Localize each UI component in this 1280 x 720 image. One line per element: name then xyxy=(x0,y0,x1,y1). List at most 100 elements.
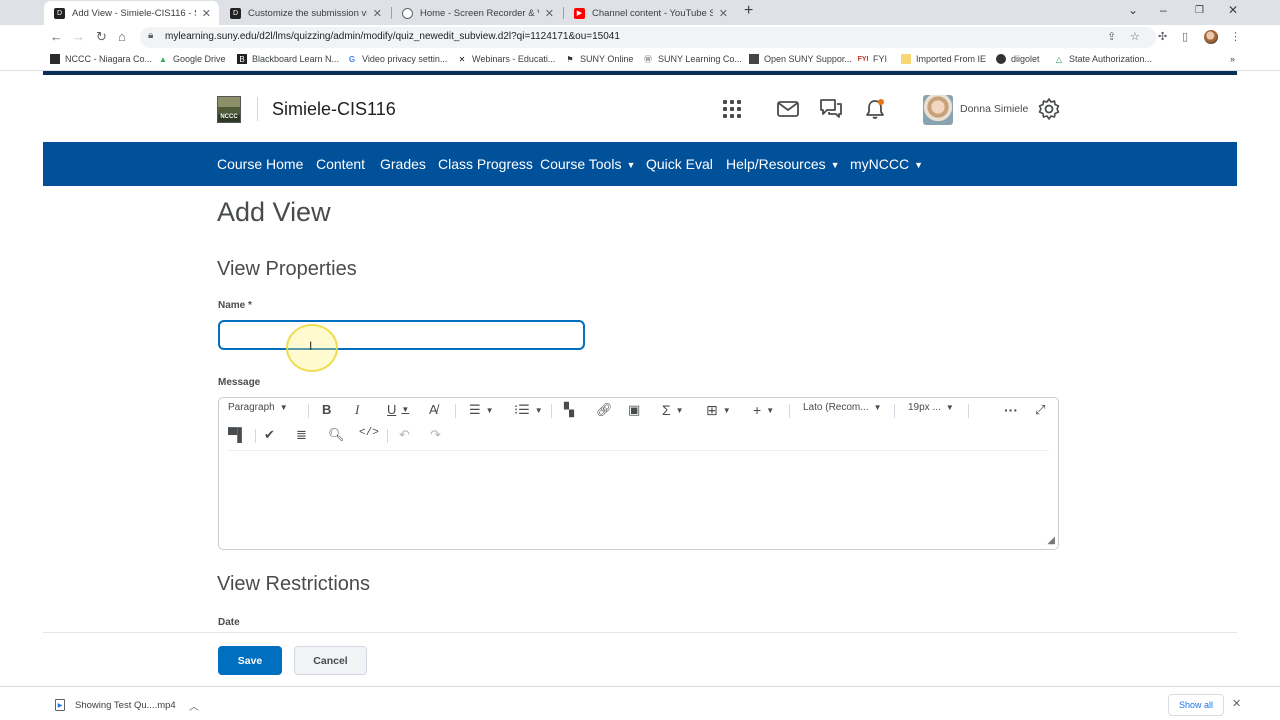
insert-link-icon[interactable]: 🔗︎ xyxy=(596,402,613,418)
browser-tab-youtube-studio[interactable]: ▶ Channel content - YouTube Studi ✕ xyxy=(564,1,736,25)
browser-menu-icon[interactable]: ⋮ xyxy=(1230,30,1241,43)
nav-class-progress[interactable]: Class Progress xyxy=(438,156,533,172)
bookmark-open-suny[interactable]: Open SUNY Suppor... xyxy=(749,54,852,64)
extensions-puzzle-icon[interactable]: ✣ xyxy=(1158,30,1167,43)
equation-sigma-icon[interactable]: Σ ▼ xyxy=(662,402,684,418)
settings-gear-icon[interactable] xyxy=(1037,97,1061,121)
close-tab-icon[interactable]: ✕ xyxy=(202,7,211,20)
name-input[interactable] xyxy=(218,320,585,350)
wordpress-icon: Ⓦ xyxy=(644,54,652,64)
font-size-select[interactable]: 19px ... ▼ xyxy=(908,402,954,413)
downloads-bar: ▶ Showing Test Qu....mp4 ︿ Show all ✕ xyxy=(0,686,1280,720)
nav-content[interactable]: Content xyxy=(316,156,365,172)
share-icon[interactable]: ⇪ xyxy=(1107,30,1116,43)
format-block-select[interactable]: Paragraph ▼ xyxy=(228,402,288,413)
bookmark-google-drive[interactable]: ▲ Google Drive xyxy=(158,54,226,64)
profile-avatar-icon[interactable] xyxy=(1204,30,1218,44)
tab-title: Add View - Simiele-CIS116 - SUN xyxy=(72,7,196,19)
close-downloads-bar-icon[interactable]: ✕ xyxy=(1232,697,1241,710)
bookmark-diigolet[interactable]: diigolet xyxy=(996,54,1040,64)
download-options-chevron-icon[interactable]: ︿ xyxy=(189,698,199,713)
chevron-down-icon: ▼ xyxy=(534,405,543,415)
browser-tab-screen-recorder[interactable]: Home - Screen Recorder & Video ✕ xyxy=(392,1,562,25)
nccc-logo[interactable]: NCCC xyxy=(217,96,241,123)
font-family-select[interactable]: Lato (Recom... ▼ xyxy=(803,402,882,413)
bullet-list-icon[interactable]: ⁝☰ ▼ xyxy=(514,402,543,418)
nav-course-home[interactable]: Course Home xyxy=(217,156,303,172)
bookmark-star-icon[interactable]: ☆ xyxy=(1130,30,1140,43)
browser-tab-add-view[interactable]: D Add View - Simiele-CIS116 - SUN ✕ xyxy=(44,1,219,25)
more-actions-icon[interactable]: ··· xyxy=(1004,402,1018,418)
resize-handle-icon[interactable]: ◢ xyxy=(1047,535,1055,546)
home-icon[interactable]: ⌂ xyxy=(118,29,126,44)
minimize-window-icon[interactable]: – xyxy=(1160,3,1167,17)
preview-magnifier-icon[interactable]: 🔍︎ xyxy=(328,427,345,443)
nav-grades[interactable]: Grades xyxy=(380,156,426,172)
bookmark-suny-online[interactable]: ⚑ SUNY Online xyxy=(565,54,633,64)
bookmark-imported-from-ie[interactable]: Imported From IE xyxy=(901,54,986,64)
d2l-page: NCCC Simiele-CIS116 Donna Simiele Course… xyxy=(43,75,1237,686)
course-selector-grid-icon[interactable] xyxy=(720,97,744,121)
nav-course-tools[interactable]: Course Tools ▼ xyxy=(540,156,635,172)
close-tab-icon[interactable]: ✕ xyxy=(373,7,382,20)
chevron-down-icon: ▼ xyxy=(766,405,775,415)
bookmark-nccc[interactable]: NCCC - Niagara Co... xyxy=(50,54,152,64)
insert-table-icon[interactable]: ⊞ ▼ xyxy=(706,402,731,419)
nav-help-resources[interactable]: Help/Resources ▼ xyxy=(726,156,840,172)
chevron-down-icon: ▼ xyxy=(626,160,636,170)
word-count-icon[interactable]: ≣ xyxy=(296,427,307,443)
redo-icon[interactable]: ↷ xyxy=(430,427,441,443)
save-button[interactable]: Save xyxy=(218,646,282,675)
insert-stuff-plus-icon[interactable]: + ▼ xyxy=(753,402,774,418)
user-avatar[interactable] xyxy=(923,95,953,125)
mail-envelope-icon[interactable] xyxy=(776,97,800,121)
align-left-icon[interactable]: ☰ ▼ xyxy=(469,402,494,418)
bookmark-blackboard[interactable]: B Blackboard Learn N... xyxy=(237,54,339,64)
discussions-chat-icon[interactable] xyxy=(819,97,843,121)
notifications-bell-icon[interactable] xyxy=(863,97,887,121)
restore-window-icon[interactable]: ❐ xyxy=(1195,5,1204,16)
close-tab-icon[interactable]: ✕ xyxy=(545,7,554,20)
underline-icon[interactable]: U ▼ xyxy=(387,402,409,417)
screencastify-favicon-icon xyxy=(402,7,413,19)
form-button-bar: Save Cancel xyxy=(43,632,1237,686)
google-icon: G xyxy=(348,54,356,64)
side-panel-icon[interactable]: ▯ xyxy=(1182,30,1188,43)
show-all-downloads-button[interactable]: Show all xyxy=(1168,694,1224,716)
course-title[interactable]: Simiele-CIS116 xyxy=(272,99,396,120)
cancel-button[interactable]: Cancel xyxy=(294,646,367,675)
bookmark-state-authorization[interactable]: △ State Authorization... xyxy=(1054,54,1152,64)
accessibility-checker-icon[interactable]: ✔︎ xyxy=(264,427,275,443)
source-code-icon[interactable]: </> xyxy=(359,427,379,439)
message-editor-content[interactable] xyxy=(227,450,1049,546)
nav-mynccc[interactable]: myNCCC ▼ xyxy=(850,156,923,172)
google-drive-icon: ▲ xyxy=(159,54,167,64)
insert-image-icon[interactable]: ▣ xyxy=(628,402,640,418)
bookmark-suny-learning[interactable]: Ⓦ SUNY Learning Co... xyxy=(643,54,742,64)
download-item[interactable]: ▶ Showing Test Qu....mp4 xyxy=(55,699,176,711)
italic-icon[interactable]: I xyxy=(355,402,359,418)
nav-quick-eval[interactable]: Quick Eval xyxy=(646,156,713,172)
bookmark-webinars[interactable]: ✕ Webinars - Educati... xyxy=(457,54,556,64)
bookmark-video-privacy[interactable]: G Video privacy settin... xyxy=(347,54,448,64)
url-text[interactable]: mylearning.suny.edu/d2l/lms/quizzing/adm… xyxy=(165,31,620,42)
browser-tab-customize[interactable]: D Customize the submission view t ✕ xyxy=(220,1,390,25)
fullscreen-icon[interactable]: ⤢ xyxy=(1035,402,1045,418)
tab-search-chevron-icon[interactable]: ⌄ xyxy=(1128,3,1138,17)
insert-media-icon[interactable]: ▚ xyxy=(564,402,574,418)
back-arrow-icon[interactable]: ← xyxy=(50,29,63,44)
format-painter-icon[interactable]: ▀▌ xyxy=(228,427,246,442)
close-window-icon[interactable]: ✕ xyxy=(1228,3,1238,17)
course-navbar: Course Home Content Grades Class Progres… xyxy=(43,142,1237,186)
bookmark-fyi[interactable]: FYI FYI xyxy=(858,54,887,64)
user-name[interactable]: Donna Simiele xyxy=(960,103,1028,115)
close-tab-icon[interactable]: ✕ xyxy=(719,7,728,20)
undo-icon[interactable]: ↶ xyxy=(399,427,410,443)
strikethrough-format-icon[interactable]: A̸ xyxy=(429,402,438,417)
forward-arrow-icon[interactable]: → xyxy=(72,29,85,44)
reload-icon[interactable]: ↻ xyxy=(96,29,107,45)
bold-icon[interactable]: B xyxy=(322,402,331,417)
more-bookmarks-icon[interactable]: » xyxy=(1230,54,1235,64)
date-label: Date xyxy=(218,617,240,628)
new-tab-icon[interactable]: + xyxy=(744,2,753,20)
